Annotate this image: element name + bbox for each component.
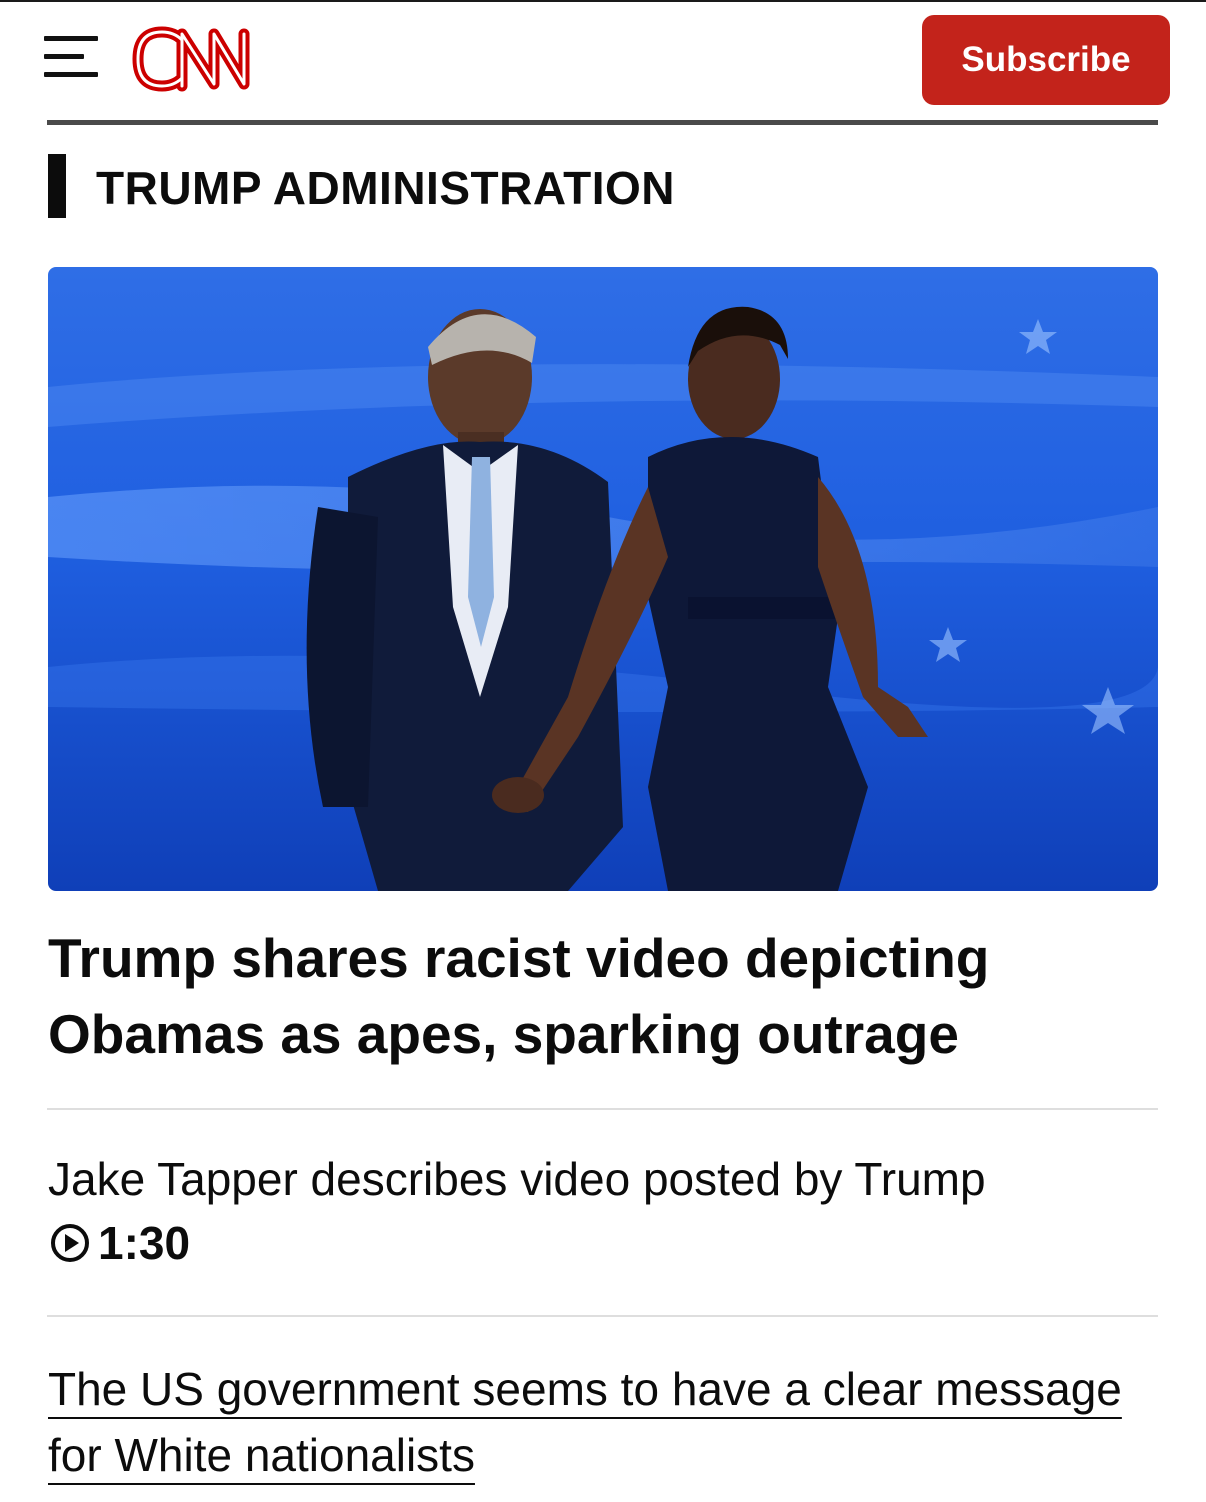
play-circle-icon (51, 1224, 89, 1262)
related-story-link[interactable]: The US government seems to have a clear … (48, 1356, 1158, 1488)
divider (47, 1315, 1158, 1317)
video-description[interactable]: Jake Tapper describes video posted by Tr… (48, 1150, 1158, 1208)
hero-image[interactable] (48, 267, 1158, 891)
cnn-logo[interactable] (130, 26, 272, 92)
video-duration[interactable]: 1:30 (50, 1218, 190, 1268)
hamburger-menu-icon[interactable] (44, 34, 100, 80)
divider (47, 1108, 1158, 1110)
article-headline[interactable]: Trump shares racist video depicting Obam… (48, 920, 1148, 1072)
duration-text: 1:30 (98, 1217, 191, 1269)
top-border (0, 0, 1206, 2)
header-divider (47, 120, 1158, 125)
subscribe-button[interactable]: Subscribe (922, 15, 1170, 105)
related-story-text[interactable]: The US government seems to have a clear … (48, 1363, 1122, 1481)
section-title[interactable]: TRUMP ADMINISTRATION (96, 160, 675, 216)
section-accent-bar (48, 154, 66, 218)
